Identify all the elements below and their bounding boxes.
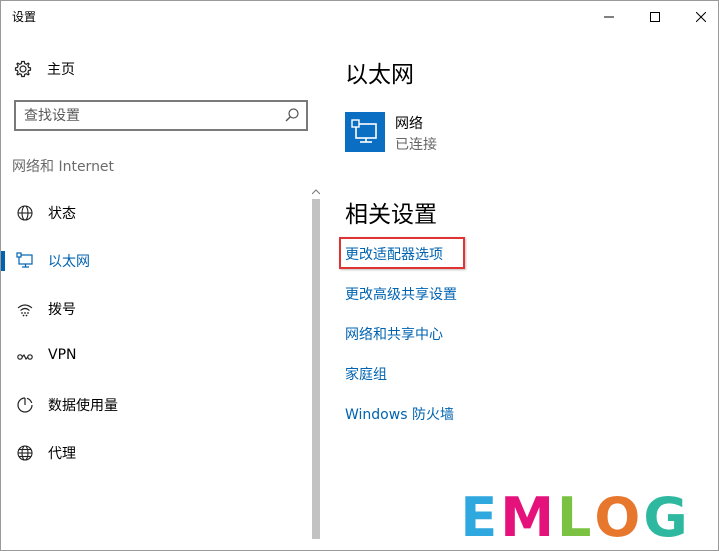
selection-indicator	[1, 251, 5, 271]
sidebar-item-label: 状态	[48, 206, 76, 222]
sidebar-item-label: 数据使用量	[48, 398, 118, 414]
link-change-adapter-options[interactable]: 更改适配器选项	[345, 244, 443, 264]
data-usage-icon	[15, 396, 35, 414]
scroll-up-icon[interactable]	[311, 187, 321, 197]
network-status: 已连接	[395, 137, 437, 153]
link-windows-firewall[interactable]: Windows 防火墙	[345, 404, 454, 424]
watermark-letter: E	[460, 486, 498, 549]
close-icon	[696, 11, 706, 22]
vpn-icon	[15, 348, 35, 366]
window-title: 设置	[12, 10, 37, 24]
monitor-network-icon	[351, 119, 377, 143]
search-input[interactable]	[24, 106, 274, 125]
link-homegroup[interactable]: 家庭组	[345, 364, 387, 384]
sidebar-item-label: VPN	[48, 347, 77, 363]
ethernet-icon	[15, 252, 35, 270]
dial-up-icon	[15, 300, 35, 318]
sidebar-item-data-usage[interactable]: 数据使用量	[1, 383, 306, 427]
watermark-letter: L	[556, 486, 592, 549]
sidebar-item-vpn[interactable]: VPN	[1, 335, 306, 379]
watermark-letter: G	[643, 486, 688, 549]
search-icon[interactable]	[284, 107, 300, 123]
title-bar: 设置	[1, 1, 718, 32]
close-button[interactable]	[678, 1, 718, 32]
watermark-letter: M	[500, 486, 554, 549]
search-box[interactable]	[14, 100, 308, 131]
related-settings-title: 相关设置	[345, 202, 437, 228]
page-title: 以太网	[345, 62, 414, 88]
minimize-button[interactable]	[586, 1, 632, 32]
minimize-icon	[604, 16, 614, 17]
network-name[interactable]: 网络	[395, 113, 423, 133]
status-globe-icon	[15, 204, 35, 222]
nav-home[interactable]: 主页	[13, 54, 303, 84]
watermark-logo: E M L O G	[428, 484, 718, 550]
proxy-globe-icon	[15, 444, 35, 462]
sidebar-item-ethernet[interactable]: 以太网	[1, 239, 306, 283]
settings-window: 设置 主页 网络和 Internet 状	[0, 0, 719, 551]
sidebar-item-label: 代理	[48, 446, 76, 462]
sidebar-item-proxy[interactable]: 代理	[1, 431, 306, 475]
watermark-letter: O	[594, 486, 641, 549]
gear-icon	[14, 60, 32, 78]
sidebar-item-label: 以太网	[48, 254, 90, 270]
section-label: 网络和 Internet	[12, 159, 115, 175]
maximize-icon	[650, 11, 660, 22]
nav-home-label: 主页	[47, 62, 75, 78]
sidebar-item-label: 拨号	[48, 302, 76, 318]
scrollbar-thumb[interactable]	[312, 199, 320, 539]
link-network-sharing-center[interactable]: 网络和共享中心	[345, 324, 443, 344]
sidebar-item-status[interactable]: 状态	[1, 191, 306, 235]
maximize-button[interactable]	[632, 1, 678, 32]
sidebar-item-dialup[interactable]: 拨号	[1, 287, 306, 331]
network-tile[interactable]	[345, 112, 385, 152]
sidebar-scrollbar[interactable]	[311, 187, 321, 550]
link-advanced-sharing[interactable]: 更改高级共享设置	[345, 284, 457, 304]
